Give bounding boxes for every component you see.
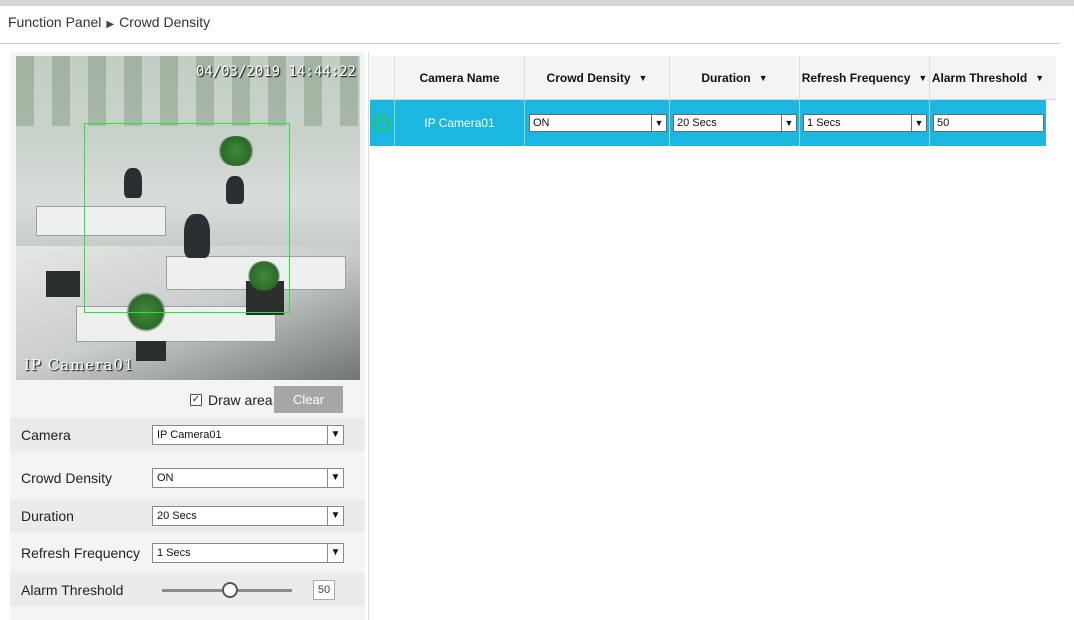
- header-camera-name-label: Camera Name: [419, 71, 500, 85]
- osd-timestamp: 04/03/2019 14:44:22: [195, 64, 356, 80]
- row-alarm-threshold-input[interactable]: 50: [933, 114, 1044, 132]
- draw-area-toggle[interactable]: ✓ Draw area: [190, 387, 273, 413]
- row-duration-value: 20 Secs: [677, 117, 717, 129]
- cell-camera-name: IP Camera01: [394, 100, 524, 146]
- camera-preview[interactable]: 04/03/2019 14:44:22 IP Camera01: [16, 56, 360, 380]
- refresh-frequency-select-value: 1 Secs: [157, 546, 191, 559]
- header-refresh-frequency[interactable]: Refresh Frequency ▼: [799, 56, 929, 100]
- camera-select-value: IP Camera01: [157, 428, 222, 441]
- header-crowd-density-label: Crowd Density: [546, 71, 631, 85]
- sort-caret-icon[interactable]: ▼: [1035, 73, 1044, 83]
- breadcrumb-parent[interactable]: Function Panel: [8, 14, 101, 30]
- alarm-threshold-row: Alarm Threshold 50: [10, 573, 365, 606]
- refresh-frequency-row: Refresh Frequency 1 Secs ▼: [10, 536, 365, 569]
- alarm-threshold-value[interactable]: 50: [313, 580, 335, 600]
- header-divider: [0, 43, 1060, 44]
- triangle-right-icon: ▶: [106, 19, 115, 30]
- row-refresh-frequency-value: 1 Secs: [807, 117, 841, 129]
- panel-divider: [368, 52, 369, 620]
- header-duration-label: Duration: [701, 71, 751, 85]
- dropdown-arrow-icon[interactable]: ▼: [911, 115, 926, 131]
- camera-row: Camera IP Camera01 ▼: [10, 418, 365, 451]
- sort-caret-icon[interactable]: ▼: [759, 73, 768, 83]
- clear-button[interactable]: Clear: [274, 386, 343, 413]
- alarm-threshold-label: Alarm Threshold: [21, 581, 124, 598]
- draw-area-label: Draw area: [208, 392, 273, 408]
- row-crowd-density-select[interactable]: ON ▼: [529, 114, 667, 132]
- header-alarm-threshold[interactable]: Alarm Threshold ▼: [929, 56, 1046, 100]
- cell-duration: 20 Secs ▼: [669, 100, 799, 146]
- breadcrumb-current: Crowd Density: [119, 14, 211, 30]
- osd-camera-name: IP Camera01: [24, 356, 135, 374]
- dropdown-arrow-icon[interactable]: ▼: [651, 115, 666, 131]
- sort-caret-icon[interactable]: ▼: [639, 73, 648, 83]
- crowd-density-select[interactable]: ON ▼: [152, 467, 344, 488]
- header-alarm-threshold-label: Alarm Threshold: [931, 71, 1028, 85]
- header-camera-name[interactable]: Camera Name: [394, 56, 524, 100]
- crowd-density-label: Crowd Density: [21, 469, 113, 486]
- cell-camera-name-text: IP Camera01: [424, 116, 495, 130]
- dropdown-arrow-icon[interactable]: ▼: [327, 468, 343, 487]
- table-row[interactable]: ✓ IP Camera01 ON ▼ 20 Secs ▼ 1 Secs ▼ 50: [370, 100, 1046, 146]
- table-header: Camera Name Crowd Density ▼ Duration ▼ Ref…: [370, 56, 1056, 100]
- cell-crowd-density: ON ▼: [524, 100, 669, 146]
- crowd-density-row: Crowd Density ON ▼: [10, 461, 365, 494]
- duration-label: Duration: [21, 507, 74, 524]
- top-bar: [0, 0, 1074, 6]
- dropdown-arrow-icon[interactable]: ▼: [781, 115, 796, 131]
- header-refresh-frequency-label: Refresh Frequency: [801, 71, 911, 85]
- duration-row: Duration 20 Secs ▼: [10, 499, 365, 532]
- preview-monitor: [46, 271, 80, 297]
- dropdown-arrow-icon[interactable]: ▼: [327, 425, 343, 444]
- duration-select[interactable]: 20 Secs ▼: [152, 505, 344, 526]
- checkbox-checked-icon[interactable]: ✓: [190, 394, 202, 406]
- crowd-density-table: Camera Name Crowd Density ▼ Duration ▼ Ref…: [370, 56, 1056, 146]
- row-crowd-density-value: ON: [533, 117, 550, 129]
- crowd-density-select-value: ON: [157, 471, 174, 484]
- row-refresh-frequency-select[interactable]: 1 Secs ▼: [803, 114, 927, 132]
- detection-area[interactable]: [84, 123, 290, 313]
- dropdown-arrow-icon[interactable]: ▼: [327, 506, 343, 525]
- cell-alarm-threshold: 50: [929, 100, 1046, 146]
- refresh-frequency-select[interactable]: 1 Secs ▼: [152, 542, 344, 563]
- sort-caret-icon[interactable]: ▼: [918, 73, 927, 83]
- header-duration[interactable]: Duration ▼: [669, 56, 799, 100]
- dropdown-arrow-icon[interactable]: ▼: [327, 543, 343, 562]
- slider-thumb-icon[interactable]: [222, 582, 238, 598]
- camera-label: Camera: [21, 426, 71, 443]
- cell-refresh-frequency: 1 Secs ▼: [799, 100, 929, 146]
- duration-select-value: 20 Secs: [157, 509, 197, 522]
- breadcrumb: Function Panel ▶ Crowd Density: [8, 14, 210, 30]
- header-crowd-density[interactable]: Crowd Density ▼: [524, 56, 669, 100]
- row-selected-check-icon[interactable]: ✓: [374, 115, 390, 131]
- camera-select[interactable]: IP Camera01 ▼: [152, 424, 344, 445]
- preview-monitor: [136, 341, 166, 361]
- row-duration-select[interactable]: 20 Secs ▼: [673, 114, 797, 132]
- refresh-frequency-label: Refresh Frequency: [21, 544, 141, 561]
